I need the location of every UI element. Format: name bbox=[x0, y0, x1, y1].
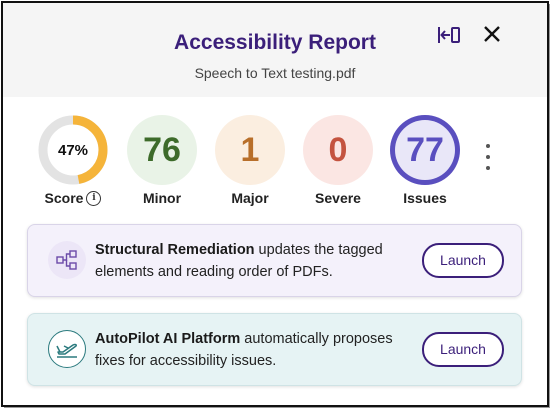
panel-header: Accessibility Report Speech to Text test… bbox=[3, 3, 547, 97]
score-ring: 47% bbox=[38, 115, 108, 185]
minor-circle: 76 bbox=[127, 115, 197, 185]
issues-label: Issues bbox=[403, 190, 447, 206]
major-metric[interactable]: 1 Major bbox=[214, 115, 286, 206]
severe-label: Severe bbox=[315, 190, 361, 206]
minor-count: 76 bbox=[143, 130, 181, 169]
close-icon bbox=[484, 26, 500, 42]
autopilot-card: AutoPilot AI Platform automatically prop… bbox=[27, 313, 522, 386]
collapse-panel-button[interactable] bbox=[437, 25, 461, 45]
major-circle: 1 bbox=[215, 115, 285, 185]
major-count: 1 bbox=[240, 130, 260, 169]
issues-metric[interactable]: 77 Issues bbox=[389, 115, 461, 206]
card-title: Structural Remediation bbox=[95, 242, 255, 258]
minor-metric[interactable]: 76 Minor bbox=[126, 115, 198, 206]
card-description: Structural Remediation updates the tagge… bbox=[95, 239, 413, 283]
close-button[interactable] bbox=[481, 23, 503, 45]
score-value: 47% bbox=[57, 141, 89, 159]
dot bbox=[486, 155, 490, 159]
score-metric[interactable]: 47% Score i bbox=[37, 115, 109, 206]
dot bbox=[486, 166, 490, 170]
severe-circle: 0 bbox=[303, 115, 373, 185]
score-label: Score bbox=[44, 190, 84, 206]
launch-button[interactable]: Launch bbox=[422, 243, 504, 278]
issues-count: 77 bbox=[406, 130, 444, 169]
major-label: Major bbox=[231, 190, 269, 206]
launch-button[interactable]: Launch bbox=[422, 332, 504, 367]
minor-label: Minor bbox=[142, 190, 182, 206]
file-name: Speech to Text testing.pdf bbox=[194, 65, 356, 81]
card-title: AutoPilot AI Platform bbox=[95, 331, 241, 347]
severe-count: 0 bbox=[328, 130, 348, 169]
issues-circle: 77 bbox=[390, 115, 460, 185]
card-description: AutoPilot AI Platform automatically prop… bbox=[95, 328, 413, 372]
dot bbox=[486, 144, 490, 148]
panel-title: Accessibility Report bbox=[174, 31, 376, 54]
more-options-button[interactable] bbox=[482, 144, 494, 170]
collapse-left-icon bbox=[438, 27, 460, 43]
structural-remediation-card: Structural Remediation updates the tagge… bbox=[27, 224, 522, 297]
structure-tree-icon bbox=[48, 241, 86, 279]
airplane-icon bbox=[48, 330, 86, 368]
severe-metric[interactable]: 0 Severe bbox=[302, 115, 374, 206]
accessibility-report-panel: Accessibility Report Speech to Text test… bbox=[1, 1, 549, 407]
info-icon[interactable]: i bbox=[86, 190, 102, 206]
